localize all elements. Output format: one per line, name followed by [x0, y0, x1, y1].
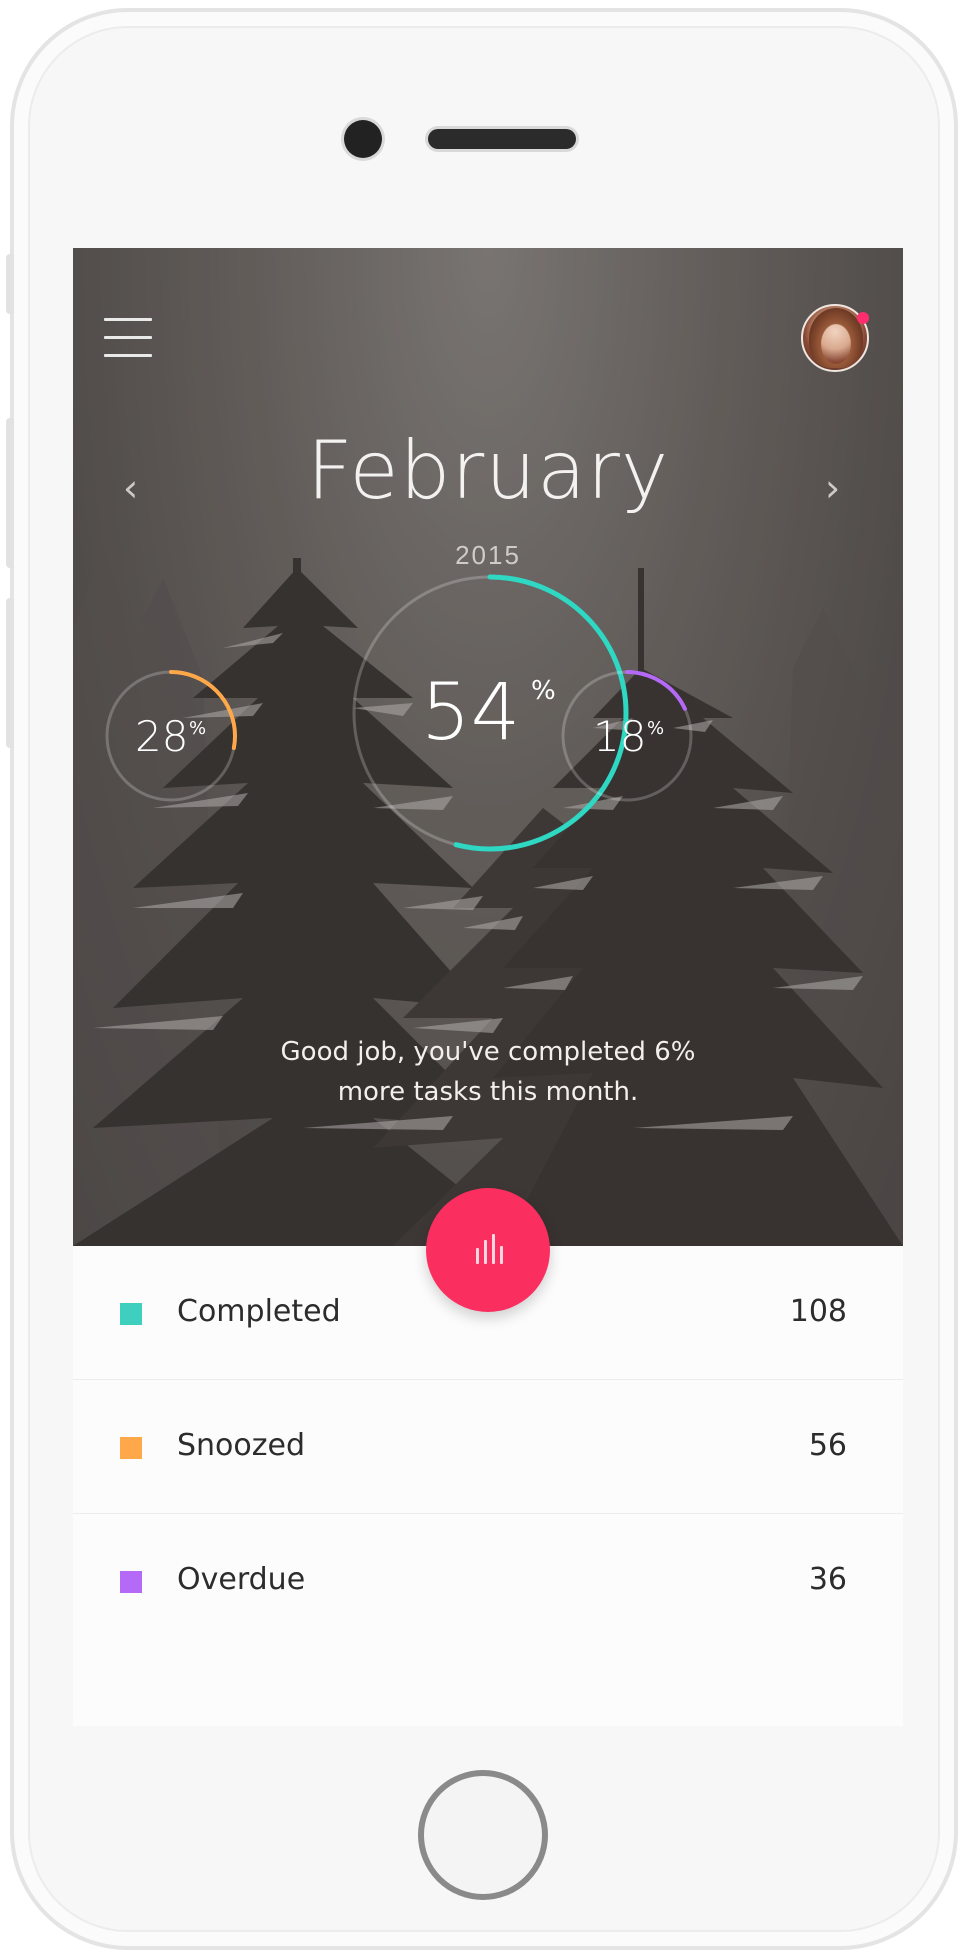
- progress-message-line-1: Good job, you've completed 6%: [280, 1037, 696, 1067]
- front-camera: [344, 120, 382, 158]
- next-month-arrow-icon[interactable]: ›: [825, 468, 840, 508]
- side-button: [6, 254, 14, 314]
- list-item-overdue[interactable]: Overdue 36: [73, 1514, 903, 1648]
- home-button[interactable]: [418, 1770, 548, 1900]
- month-title: February: [306, 424, 670, 517]
- avatar-hair: [809, 308, 863, 368]
- completed-color-swatch: [120, 1303, 142, 1325]
- overdue-progress-ring: 18 %: [557, 666, 697, 806]
- overdue-color-swatch: [120, 1571, 142, 1593]
- notification-dot: [857, 312, 869, 324]
- list-item-count: 36: [808, 1562, 847, 1597]
- year-label: 2015: [455, 540, 521, 570]
- hamburger-menu-icon[interactable]: [104, 318, 152, 358]
- snoozed-progress-ring: 28 %: [101, 666, 241, 806]
- stats-fab-button[interactable]: [426, 1188, 550, 1312]
- main-percent-value: 54: [421, 668, 521, 758]
- list-item-label: Overdue: [177, 1562, 306, 1597]
- snoozed-percent-sign: %: [189, 718, 207, 739]
- snoozed-color-swatch: [120, 1437, 142, 1459]
- side-button: [6, 418, 14, 568]
- progress-message: Good job, you've completed 6% more tasks…: [173, 1032, 803, 1112]
- list-item-snoozed[interactable]: Snoozed 56: [73, 1380, 903, 1514]
- overdue-percent-value: 18: [593, 712, 647, 761]
- app-screen: ‹ February › 2015 54 % 28 % 18 % Good jo…: [73, 248, 903, 1726]
- list-item-count: 108: [789, 1294, 847, 1329]
- list-item-count: 56: [808, 1428, 847, 1463]
- progress-message-line-2: more tasks this month.: [337, 1077, 639, 1107]
- list-item-label: Snoozed: [177, 1428, 306, 1463]
- speaker-grille: [428, 129, 576, 149]
- hero-background: ‹ February › 2015 54 % 28 % 18 % Good jo…: [73, 248, 903, 1246]
- snoozed-percent-value: 28: [135, 712, 189, 761]
- side-button: [6, 598, 14, 748]
- overdue-percent-sign: %: [647, 718, 665, 739]
- main-percent-sign: %: [531, 676, 556, 706]
- list-item-label: Completed: [177, 1294, 341, 1329]
